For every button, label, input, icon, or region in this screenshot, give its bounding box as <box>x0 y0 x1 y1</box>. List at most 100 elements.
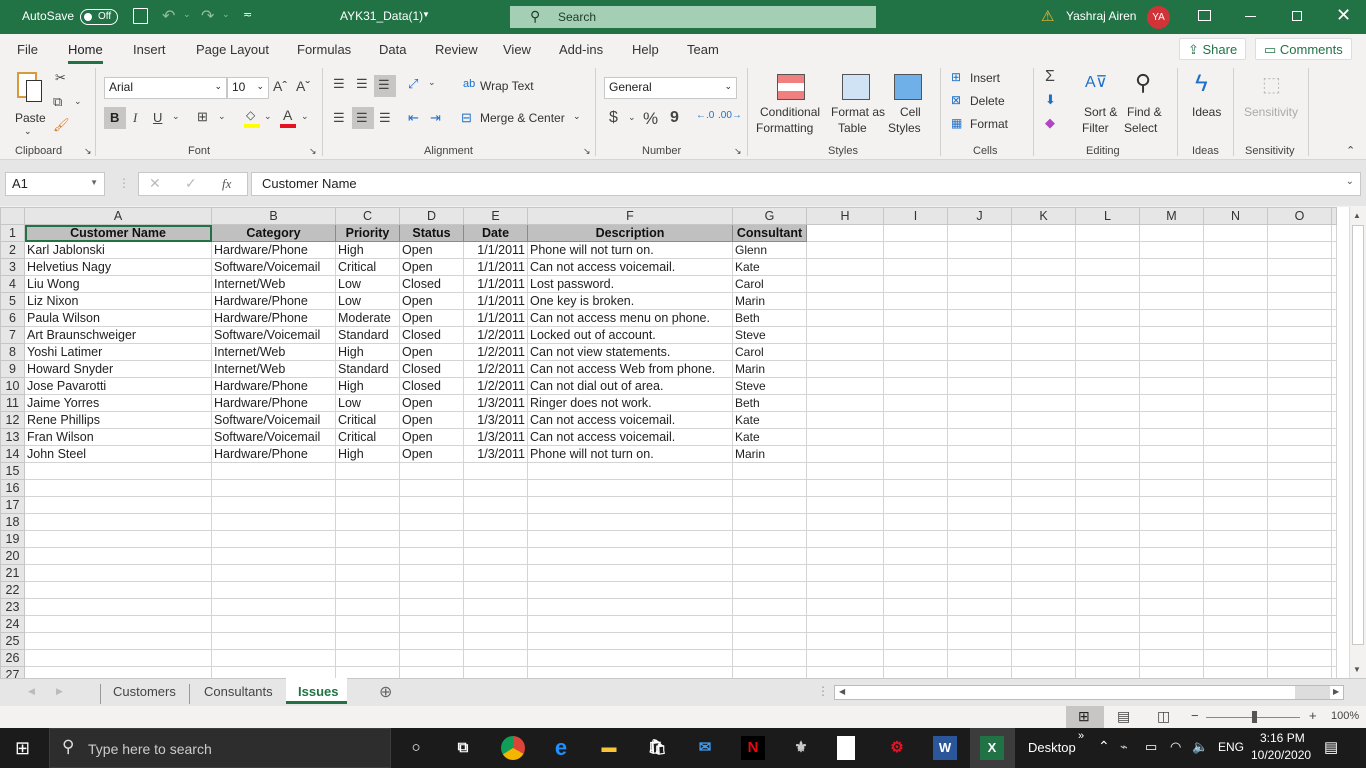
cell[interactable] <box>1331 615 1337 633</box>
cell[interactable]: Can not access Web from phone. <box>527 360 733 378</box>
delete-cells-button[interactable]: ⊠ Delete <box>951 93 1021 111</box>
cell[interactable] <box>1139 394 1204 412</box>
column-header-c[interactable]: C <box>335 207 400 225</box>
cell[interactable] <box>1011 292 1076 310</box>
cell[interactable] <box>1203 513 1268 531</box>
orientation-icon[interactable]: ⤢ <box>408 76 418 92</box>
cell[interactable] <box>1267 394 1332 412</box>
cell[interactable] <box>399 547 464 565</box>
cell[interactable] <box>806 598 884 616</box>
cell[interactable] <box>1267 462 1332 480</box>
row-header[interactable]: 17 <box>0 496 25 514</box>
cell[interactable] <box>1267 479 1332 497</box>
cell[interactable] <box>1331 649 1337 667</box>
cell[interactable]: Open <box>399 292 464 310</box>
cell[interactable]: Hardware/Phone <box>211 309 336 327</box>
cell[interactable] <box>463 581 528 599</box>
cell[interactable] <box>211 598 336 616</box>
cell[interactable] <box>399 496 464 514</box>
cell[interactable] <box>1011 360 1076 378</box>
cell[interactable] <box>211 581 336 599</box>
cell[interactable] <box>1011 649 1076 667</box>
cell[interactable] <box>1267 275 1332 293</box>
paste-button[interactable]: Paste ⌄ <box>12 70 48 136</box>
battery-icon[interactable]: ▭ <box>1145 739 1157 755</box>
row-header[interactable]: 14 <box>0 445 25 463</box>
row-header[interactable]: 23 <box>0 598 25 616</box>
cell[interactable] <box>883 428 948 446</box>
cell[interactable] <box>1267 666 1332 678</box>
cell[interactable] <box>947 326 1012 344</box>
cell[interactable] <box>947 292 1012 310</box>
cell[interactable] <box>1139 547 1204 565</box>
decrease-indent-icon[interactable]: ⇤ <box>408 110 419 126</box>
cell[interactable]: Beth <box>732 309 807 327</box>
mail-icon[interactable]: ✉ <box>693 736 717 760</box>
cell[interactable] <box>1267 547 1332 565</box>
cell[interactable] <box>1011 224 1076 242</box>
cell[interactable] <box>947 462 1012 480</box>
cell[interactable] <box>1075 530 1140 548</box>
cell[interactable] <box>463 496 528 514</box>
cell[interactable]: Can not access menu on phone. <box>527 309 733 327</box>
cell[interactable] <box>1267 581 1332 599</box>
row-header[interactable]: 8 <box>0 343 25 361</box>
cell[interactable] <box>806 513 884 531</box>
cell[interactable] <box>211 462 336 480</box>
cell[interactable] <box>24 649 212 667</box>
cell[interactable] <box>947 224 1012 242</box>
copy-icon[interactable]: ⧉ <box>53 94 62 110</box>
cell[interactable] <box>1267 411 1332 429</box>
row-header[interactable]: 19 <box>0 530 25 548</box>
header-cell[interactable]: Priority <box>335 224 400 242</box>
header-cell[interactable]: Consultant <box>732 224 807 242</box>
row-header[interactable]: 25 <box>0 632 25 650</box>
tab-formulas[interactable]: Formulas <box>297 42 351 57</box>
row-header[interactable]: 27 <box>0 666 25 678</box>
cell[interactable] <box>947 496 1012 514</box>
cell[interactable] <box>1203 496 1268 514</box>
cell[interactable] <box>1267 598 1332 616</box>
cell[interactable] <box>1139 530 1204 548</box>
cell[interactable] <box>732 564 807 582</box>
cell[interactable] <box>1331 309 1337 327</box>
insert-cells-button[interactable]: ⊞ Insert <box>951 70 1021 88</box>
cell[interactable] <box>335 547 400 565</box>
cell[interactable] <box>883 224 948 242</box>
cell[interactable]: John Steel <box>24 445 212 463</box>
cell[interactable] <box>463 666 528 678</box>
cell[interactable] <box>1075 513 1140 531</box>
cell[interactable] <box>806 547 884 565</box>
cell[interactable] <box>947 564 1012 582</box>
store-icon[interactable]: 🛍 <box>645 736 669 760</box>
cell[interactable] <box>1139 666 1204 678</box>
cell[interactable] <box>1139 275 1204 293</box>
cell[interactable] <box>883 513 948 531</box>
cell[interactable]: Liz Nixon <box>24 292 212 310</box>
number-format-dropdown[interactable]: General ⌄ <box>604 77 737 99</box>
clock-time[interactable]: 3:16 PM <box>1260 731 1305 745</box>
cell[interactable] <box>335 564 400 582</box>
driver-booster-icon[interactable]: ⚙ <box>885 736 909 760</box>
cell[interactable]: Standard <box>335 326 400 344</box>
add-sheet-icon[interactable]: ⊕ <box>379 682 392 702</box>
cell[interactable] <box>1331 411 1337 429</box>
cell[interactable] <box>1139 462 1204 480</box>
tab-team[interactable]: Team <box>687 42 719 57</box>
cell[interactable] <box>806 394 884 412</box>
cell[interactable] <box>806 360 884 378</box>
sheet-tab-customers[interactable]: Customers <box>113 684 176 699</box>
cell[interactable] <box>1075 411 1140 429</box>
cell[interactable] <box>1203 326 1268 344</box>
cell[interactable] <box>1139 649 1204 667</box>
cell[interactable] <box>24 666 212 678</box>
cell[interactable] <box>947 360 1012 378</box>
row-header[interactable]: 20 <box>0 547 25 565</box>
fill-down-icon[interactable]: ⬇ <box>1045 92 1056 108</box>
cell[interactable] <box>1139 615 1204 633</box>
cell[interactable]: High <box>335 445 400 463</box>
currency-button[interactable]: $ <box>609 109 618 127</box>
cell[interactable] <box>1267 530 1332 548</box>
cell[interactable] <box>1267 241 1332 259</box>
cell[interactable] <box>335 632 400 650</box>
